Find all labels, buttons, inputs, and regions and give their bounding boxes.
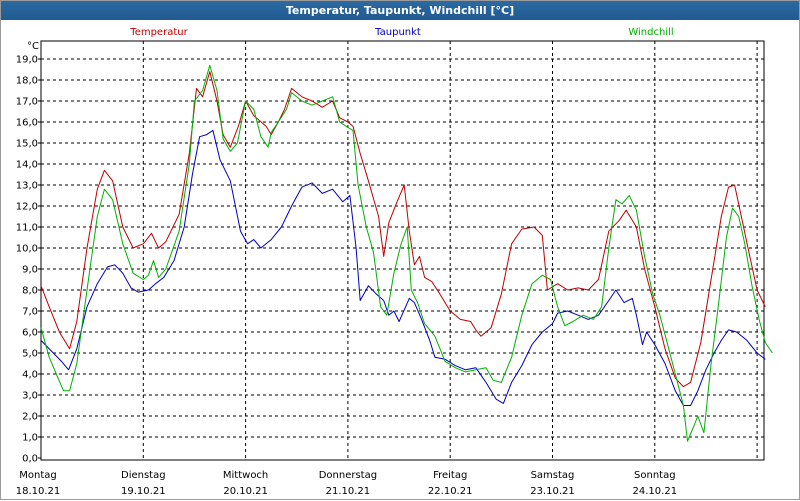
x-tick-day-label: Montag — [19, 470, 56, 481]
y-tick-label: 10,0 — [16, 244, 38, 255]
chart-window: Temperatur, Taupunkt, Windchill [°C] 0,0… — [0, 0, 800, 500]
x-axis: Montag 18.10.21 Dienstag 19.10.21 Mittwoch 20… — [16, 470, 677, 497]
y-tick-label: 13,0 — [16, 181, 38, 192]
y-tick-label: 9,0 — [22, 265, 38, 276]
y-tick-label: 4,0 — [22, 370, 38, 381]
y-axis: 0,0 1,0 2,0 3,0 4,0 5,0 6,0 7,0 8,0 9,0 10,0 11,0 12… — [16, 55, 41, 465]
y-tick-label: 18,0 — [16, 76, 38, 87]
y-tick-label: 2,0 — [22, 412, 38, 423]
y-tick-label: 8,0 — [22, 286, 38, 297]
line-chart: 0,0 1,0 2,0 3,0 4,0 5,0 6,0 7,0 8,0 9,0 10,0 11,0 12… — [16, 27, 773, 497]
y-tick-label: 0,0 — [22, 454, 38, 465]
y-axis-unit-label: °C — [27, 41, 39, 52]
y-tick-label: 11,0 — [16, 223, 38, 234]
y-tick-label: 3,0 — [22, 391, 38, 402]
x-tick-date-label: 24.10.21 — [633, 486, 678, 497]
x-tick-day-label: Donnerstag — [319, 470, 377, 481]
y-tick-label: 15,0 — [16, 139, 38, 150]
y-tick-label: 17,0 — [16, 97, 38, 108]
x-tick-date-label: 18.10.21 — [16, 486, 61, 497]
legend: Temperatur Taupunkt Windchill — [129, 27, 673, 38]
x-tick-date-label: 22.10.21 — [428, 486, 473, 497]
legend-item-windchill: Windchill — [628, 27, 673, 38]
x-tick-day-label: Sonntag — [634, 470, 676, 481]
x-tick-date-label: 23.10.21 — [530, 486, 575, 497]
legend-item-temperatur: Temperatur — [129, 27, 188, 38]
y-tick-label: 14,0 — [16, 160, 38, 171]
x-tick-day-label: Freitag — [433, 470, 467, 481]
plot-area — [40, 40, 765, 461]
y-tick-label: 7,0 — [22, 307, 38, 318]
x-tick-date-label: 19.10.21 — [121, 486, 166, 497]
y-tick-label: 19,0 — [16, 55, 38, 66]
legend-item-taupunkt: Taupunkt — [374, 27, 421, 38]
y-tick-label: 1,0 — [22, 433, 38, 444]
x-tick-day-label: Dienstag — [121, 470, 166, 481]
x-tick-date-label: 21.10.21 — [326, 486, 371, 497]
x-tick-date-label: 20.10.21 — [223, 486, 268, 497]
y-tick-label: 12,0 — [16, 202, 38, 213]
x-tick-day-label: Samstag — [531, 470, 575, 481]
y-tick-label: 6,0 — [22, 328, 38, 339]
x-tick-day-label: Mittwoch — [223, 470, 268, 481]
y-tick-label: 16,0 — [16, 118, 38, 129]
y-tick-label: 5,0 — [22, 349, 38, 360]
